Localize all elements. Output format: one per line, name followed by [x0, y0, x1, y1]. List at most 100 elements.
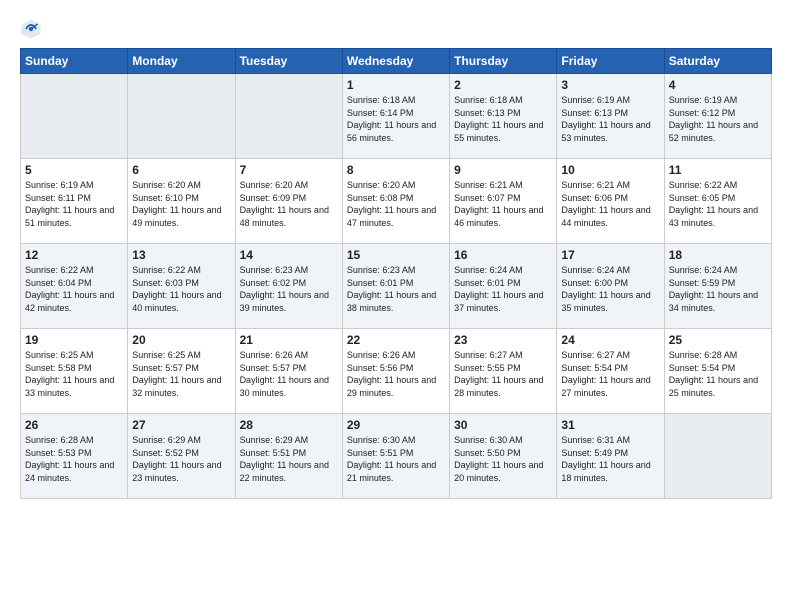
calendar-day-cell	[128, 74, 235, 159]
day-info: Sunrise: 6:27 AMSunset: 5:55 PMDaylight:…	[454, 349, 552, 399]
day-info: Sunrise: 6:22 AMSunset: 6:05 PMDaylight:…	[669, 179, 767, 229]
calendar-day-cell: 1Sunrise: 6:18 AMSunset: 6:14 PMDaylight…	[342, 74, 449, 159]
day-number: 28	[240, 418, 338, 432]
day-number: 19	[25, 333, 123, 347]
day-info: Sunrise: 6:29 AMSunset: 5:51 PMDaylight:…	[240, 434, 338, 484]
calendar-day-cell: 2 Sunrise: 6:18 AMSunset: 6:13 PMDaylight…	[450, 74, 557, 159]
day-number: 6	[132, 163, 230, 177]
day-number: 7	[240, 163, 338, 177]
day-info: Sunrise: 6:28 AMSunset: 5:53 PMDaylight:…	[25, 434, 123, 484]
calendar-week-row: 19 Sunrise: 6:25 AMSunset: 5:58 PMDayligh…	[21, 329, 772, 414]
day-info: Sunrise: 6:26 AMSunset: 5:56 PMDaylight:…	[347, 349, 445, 399]
calendar-day-cell: 17Sunrise: 6:24 AMSunset: 6:00 PMDayligh…	[557, 244, 664, 329]
day-number: 30	[454, 418, 552, 432]
calendar-day-cell: 25 Sunrise: 6:28 AMSunset: 5:54 PMDayligh…	[664, 329, 771, 414]
day-info: Sunrise: 6:20 AMSunset: 6:08 PMDaylight:…	[347, 179, 445, 229]
calendar-day-cell: 26 Sunrise: 6:28 AMSunset: 5:53 PMDayligh…	[21, 414, 128, 499]
calendar-day-cell: 13 Sunrise: 6:22 AMSunset: 6:03 PMDayligh…	[128, 244, 235, 329]
day-header-saturday: Saturday	[664, 49, 771, 74]
calendar-day-cell: 12 Sunrise: 6:22 AMSunset: 6:04 PMDayligh…	[21, 244, 128, 329]
day-number: 8	[347, 163, 445, 177]
day-info: Sunrise: 6:22 AMSunset: 6:03 PMDaylight:…	[132, 264, 230, 314]
calendar-day-cell: 29 Sunrise: 6:30 AMSunset: 5:51 PMDayligh…	[342, 414, 449, 499]
calendar-day-cell	[21, 74, 128, 159]
calendar-day-cell: 14 Sunrise: 6:23 AMSunset: 6:02 PMDayligh…	[235, 244, 342, 329]
calendar-day-cell: 9 Sunrise: 6:21 AMSunset: 6:07 PMDaylight…	[450, 159, 557, 244]
day-info: Sunrise: 6:24 AMSunset: 6:01 PMDaylight:…	[454, 264, 552, 314]
calendar-day-cell: 31 Sunrise: 6:31 AMSunset: 5:49 PMDayligh…	[557, 414, 664, 499]
day-number: 11	[669, 163, 767, 177]
day-number: 21	[240, 333, 338, 347]
day-number: 12	[25, 248, 123, 262]
day-number: 24	[561, 333, 659, 347]
day-number: 10	[561, 163, 659, 177]
day-number: 9	[454, 163, 552, 177]
day-header-wednesday: Wednesday	[342, 49, 449, 74]
day-info: Sunrise: 6:22 AMSunset: 6:04 PMDaylight:…	[25, 264, 123, 314]
calendar-day-cell: 10 Sunrise: 6:21 AMSunset: 6:06 PMDayligh…	[557, 159, 664, 244]
day-info: Sunrise: 6:20 AMSunset: 6:09 PMDaylight:…	[240, 179, 338, 229]
day-info: Sunrise: 6:19 AMSunset: 6:11 PMDaylight:…	[25, 179, 123, 229]
day-info: Sunrise: 6:27 AMSunset: 5:54 PMDaylight:…	[561, 349, 659, 399]
day-number: 1	[347, 78, 445, 92]
day-info: Sunrise: 6:30 AMSunset: 5:51 PMDaylight:…	[347, 434, 445, 484]
day-info: Sunrise: 6:28 AMSunset: 5:54 PMDaylight:…	[669, 349, 767, 399]
calendar-day-cell: 27Sunrise: 6:29 AMSunset: 5:52 PMDayligh…	[128, 414, 235, 499]
day-info: Sunrise: 6:25 AMSunset: 5:58 PMDaylight:…	[25, 349, 123, 399]
calendar-day-cell: 5 Sunrise: 6:19 AMSunset: 6:11 PMDaylight…	[21, 159, 128, 244]
day-header-monday: Monday	[128, 49, 235, 74]
day-info: Sunrise: 6:19 AMSunset: 6:13 PMDaylight:…	[561, 94, 659, 144]
day-info: Sunrise: 6:31 AMSunset: 5:49 PMDaylight:…	[561, 434, 659, 484]
day-number: 31	[561, 418, 659, 432]
calendar-day-cell: 11 Sunrise: 6:22 AMSunset: 6:05 PMDayligh…	[664, 159, 771, 244]
calendar-day-cell: 3 Sunrise: 6:19 AMSunset: 6:13 PMDaylight…	[557, 74, 664, 159]
day-number: 3	[561, 78, 659, 92]
header	[20, 18, 772, 40]
logo-icon	[20, 18, 42, 40]
day-number: 29	[347, 418, 445, 432]
day-number: 13	[132, 248, 230, 262]
day-info: Sunrise: 6:23 AMSunset: 6:01 PMDaylight:…	[347, 264, 445, 314]
calendar-day-cell: 21 Sunrise: 6:26 AMSunset: 5:57 PMDayligh…	[235, 329, 342, 414]
calendar-header-row: SundayMondayTuesdayWednesdayThursdayFrid…	[21, 49, 772, 74]
day-info: Sunrise: 6:18 AMSunset: 6:13 PMDaylight:…	[454, 94, 552, 144]
day-info: Sunrise: 6:21 AMSunset: 6:06 PMDaylight:…	[561, 179, 659, 229]
calendar-day-cell: 28 Sunrise: 6:29 AMSunset: 5:51 PMDayligh…	[235, 414, 342, 499]
calendar-day-cell: 4 Sunrise: 6:19 AMSunset: 6:12 PMDaylight…	[664, 74, 771, 159]
day-number: 4	[669, 78, 767, 92]
day-header-friday: Friday	[557, 49, 664, 74]
day-number: 14	[240, 248, 338, 262]
calendar-day-cell	[235, 74, 342, 159]
day-number: 16	[454, 248, 552, 262]
day-info: Sunrise: 6:21 AMSunset: 6:07 PMDaylight:…	[454, 179, 552, 229]
day-info: Sunrise: 6:26 AMSunset: 5:57 PMDaylight:…	[240, 349, 338, 399]
calendar-day-cell: 8 Sunrise: 6:20 AMSunset: 6:08 PMDaylight…	[342, 159, 449, 244]
calendar-week-row: 26 Sunrise: 6:28 AMSunset: 5:53 PMDayligh…	[21, 414, 772, 499]
logo-area	[20, 18, 44, 40]
day-number: 20	[132, 333, 230, 347]
calendar-day-cell	[664, 414, 771, 499]
day-info: Sunrise: 6:19 AMSunset: 6:12 PMDaylight:…	[669, 94, 767, 144]
day-number: 23	[454, 333, 552, 347]
day-number: 2	[454, 78, 552, 92]
calendar-day-cell: 30Sunrise: 6:30 AMSunset: 5:50 PMDayligh…	[450, 414, 557, 499]
calendar-day-cell: 15 Sunrise: 6:23 AMSunset: 6:01 PMDayligh…	[342, 244, 449, 329]
day-number: 25	[669, 333, 767, 347]
calendar-table: SundayMondayTuesdayWednesdayThursdayFrid…	[20, 48, 772, 499]
day-number: 5	[25, 163, 123, 177]
calendar-day-cell: 22 Sunrise: 6:26 AMSunset: 5:56 PMDayligh…	[342, 329, 449, 414]
calendar-day-cell: 7 Sunrise: 6:20 AMSunset: 6:09 PMDaylight…	[235, 159, 342, 244]
day-info: Sunrise: 6:20 AMSunset: 6:10 PMDaylight:…	[132, 179, 230, 229]
day-number: 26	[25, 418, 123, 432]
day-header-tuesday: Tuesday	[235, 49, 342, 74]
calendar-week-row: 1Sunrise: 6:18 AMSunset: 6:14 PMDaylight…	[21, 74, 772, 159]
day-header-sunday: Sunday	[21, 49, 128, 74]
day-number: 22	[347, 333, 445, 347]
day-number: 17	[561, 248, 659, 262]
day-info: Sunrise: 6:25 AMSunset: 5:57 PMDaylight:…	[132, 349, 230, 399]
calendar-day-cell: 16 Sunrise: 6:24 AMSunset: 6:01 PMDayligh…	[450, 244, 557, 329]
day-info: Sunrise: 6:29 AMSunset: 5:52 PMDaylight:…	[132, 434, 230, 484]
day-number: 15	[347, 248, 445, 262]
calendar-day-cell: 19 Sunrise: 6:25 AMSunset: 5:58 PMDayligh…	[21, 329, 128, 414]
day-info: Sunrise: 6:23 AMSunset: 6:02 PMDaylight:…	[240, 264, 338, 314]
